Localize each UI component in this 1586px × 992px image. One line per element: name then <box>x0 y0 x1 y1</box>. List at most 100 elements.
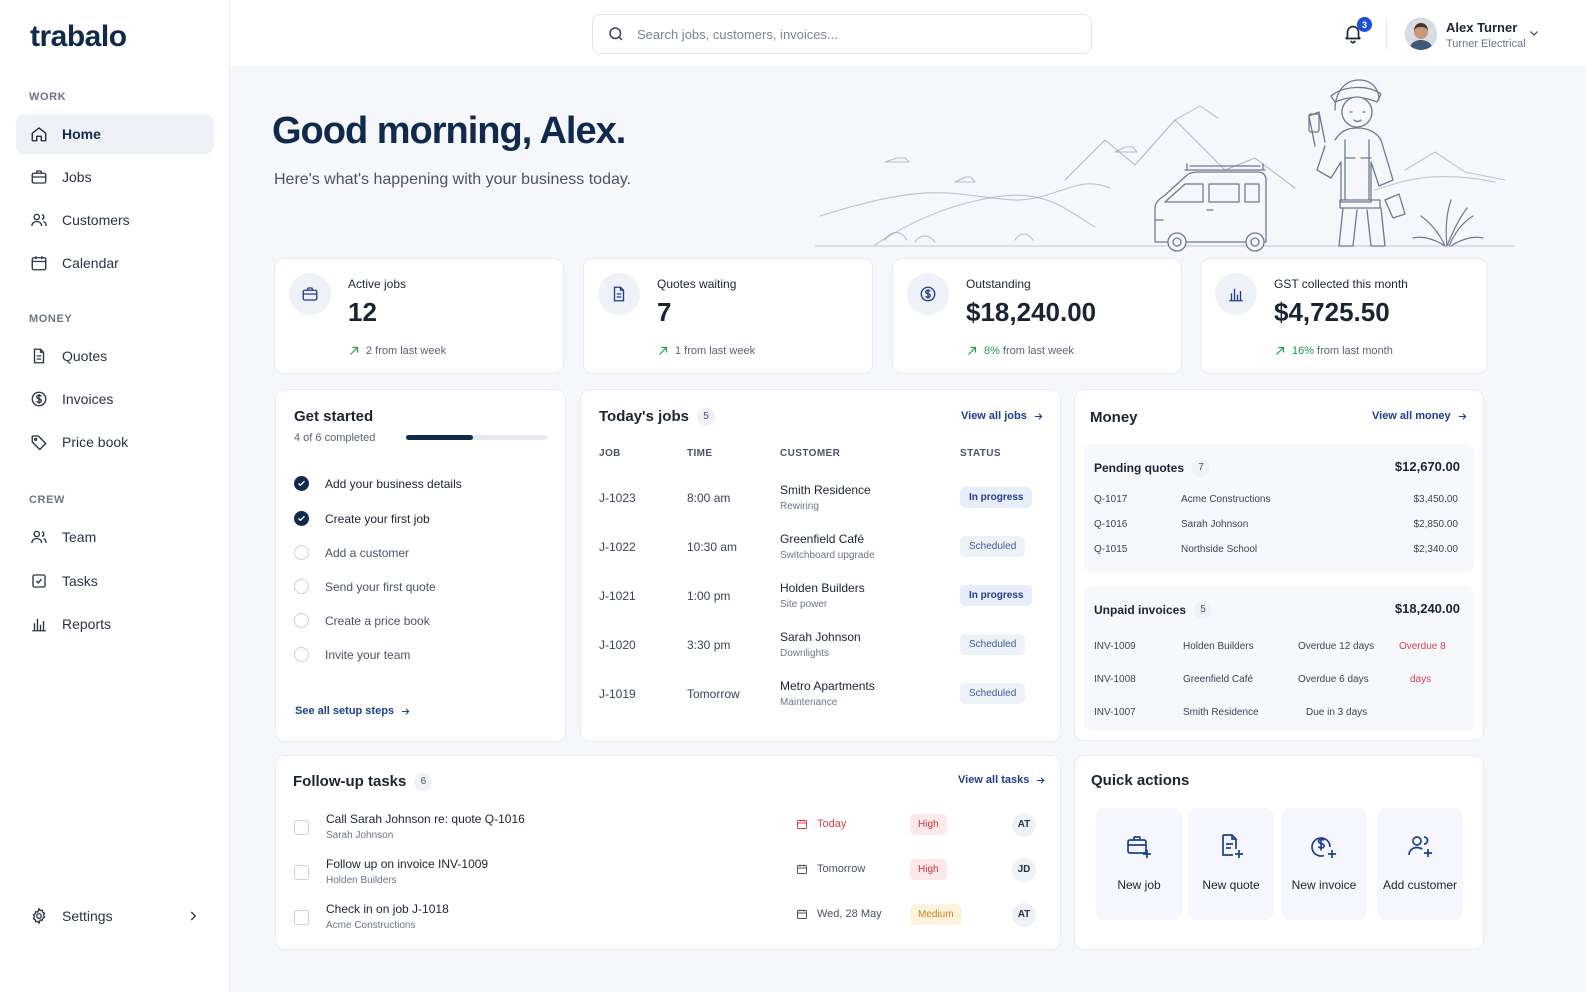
add-customer-button[interactable]: Add customer <box>1377 808 1463 920</box>
sidebar-item-quotes[interactable]: Quotes <box>16 336 214 376</box>
tile-label: New invoice <box>1291 878 1357 892</box>
sidebar-item-team[interactable]: Team <box>16 517 214 557</box>
user-name[interactable]: Alex Turner <box>1446 20 1517 35</box>
stat-card-gst[interactable]: GST collected this month $4,725.50 16% f… <box>1200 258 1488 374</box>
view-all-jobs-link[interactable]: View all jobs <box>961 410 1044 422</box>
empty-circle-icon[interactable] <box>294 579 309 594</box>
task-row[interactable]: Call Sarah Johnson re: quote Q-1016 Sarah… <box>276 812 1062 852</box>
list-item[interactable]: Q-1015 Northside School $2,340.00 <box>1094 544 1464 558</box>
invoice-customer: Greenfield Café <box>1183 674 1254 685</box>
sidebar-item-home[interactable]: Home <box>16 114 214 154</box>
task-subtitle: Acme Constructions <box>326 920 416 931</box>
stat-card-outstanding[interactable]: Outstanding $18,240.00 8% from last week <box>892 258 1182 374</box>
setup-step[interactable]: Create a price book <box>294 613 430 628</box>
table-row[interactable]: J-1021 1:00 pm Holden Builders Site power In… <box>581 581 1061 632</box>
sidebar-item-tasks[interactable]: Tasks <box>16 561 214 601</box>
priority-badge: Medium <box>910 904 962 925</box>
chevron-right-icon <box>190 911 197 921</box>
sidebar-item-customers[interactable]: Customers <box>16 200 214 240</box>
job-customer: Sarah Johnson <box>780 630 861 644</box>
task-row[interactable]: Follow up on invoice INV-1009 Holden Buil… <box>276 857 1062 897</box>
table-row[interactable]: J-1019 Tomorrow Metro Apartments Maintenanc… <box>581 679 1061 730</box>
new-invoice-button[interactable]: New invoice <box>1281 808 1367 920</box>
task-date-text: Tomorrow <box>817 863 866 875</box>
sidebar-item-reports[interactable]: Reports <box>16 604 214 644</box>
unpaid-invoices-panel[interactable]: Unpaid invoices 5 $18,240.00 INV-1009 Hold… <box>1084 586 1474 731</box>
card-title: Follow-up tasks 6 <box>293 773 433 791</box>
pending-quotes-panel[interactable]: Pending quotes 7 $12,670.00 Q-1017 Acme Co… <box>1084 444 1474 572</box>
status-badge: Scheduled <box>960 683 1026 704</box>
get-started-card: Get started 4 of 6 completed Add your bu… <box>275 389 566 742</box>
status-badge: Scheduled <box>960 536 1026 557</box>
document-icon <box>33 348 45 364</box>
task-checkbox[interactable] <box>294 820 309 835</box>
setup-step-label: Create a price book <box>325 613 430 628</box>
list-item[interactable]: INV-1008 Greenfield Café Overdue 6 days day… <box>1094 674 1464 688</box>
new-quote-button[interactable]: New quote <box>1188 808 1274 920</box>
view-all-money-link[interactable]: View all money <box>1372 410 1468 422</box>
empty-circle-icon[interactable] <box>294 647 309 662</box>
list-item[interactable]: INV-1007 Smith Residence Due in 3 days <box>1094 707 1464 721</box>
table-row[interactable]: J-1023 8:00 am Smith Residence Rewiring In p… <box>581 483 1061 534</box>
avatar[interactable] <box>1405 18 1437 50</box>
sidebar-item-label: Reports <box>62 616 112 632</box>
search-input[interactable] <box>637 26 1057 42</box>
invoice-due: Overdue 6 days <box>1298 674 1369 685</box>
check-circle-icon[interactable] <box>294 511 309 526</box>
sidebar-item-price-book[interactable]: Price book <box>16 422 214 462</box>
stat-change-text: from last week <box>1002 345 1074 357</box>
checkbox-icon <box>32 574 46 588</box>
list-item[interactable]: Q-1017 Acme Constructions $3,450.00 <box>1094 494 1464 508</box>
sidebar-item-invoices[interactable]: Invoices <box>16 379 214 419</box>
list-item[interactable]: INV-1009 Holden Builders Overdue 12 days Ov… <box>1094 641 1464 655</box>
tile-label: New job <box>1117 878 1161 892</box>
panel-title: Unpaid invoices 5 <box>1094 601 1213 619</box>
see-setup-steps-link[interactable]: See all setup steps <box>295 705 411 717</box>
assignee-avatar[interactable]: AT <box>1012 903 1036 927</box>
user-plus-icon <box>1408 836 1432 857</box>
task-row[interactable]: Check in on job J-1018 Acme Constructions… <box>276 902 1062 942</box>
empty-circle-icon[interactable] <box>294 545 309 560</box>
sidebar-item-jobs[interactable]: Jobs <box>16 157 214 197</box>
nav-section-money: MONEY <box>29 313 73 325</box>
calendar-icon <box>797 909 807 919</box>
progress-bar <box>406 435 548 440</box>
table-row[interactable]: J-1020 3:30 pm Sarah Johnson Downlights Sche… <box>581 630 1061 681</box>
empty-circle-icon[interactable] <box>294 613 309 628</box>
setup-step[interactable]: Send your first quote <box>294 579 436 594</box>
stat-change: 8% from last week <box>966 345 1074 357</box>
quote-id: Q-1016 <box>1094 519 1128 530</box>
task-date-text: Wed, 28 May <box>817 908 882 920</box>
check-circle-icon[interactable] <box>294 476 309 491</box>
search-box[interactable] <box>592 14 1092 54</box>
task-checkbox[interactable] <box>294 910 309 925</box>
sidebar-item-calendar[interactable]: Calendar <box>16 243 214 283</box>
topbar: 3 Alex Turner Turner Electrical <box>230 0 1586 68</box>
stat-card-quotes-waiting[interactable]: Quotes waiting 7 1 from last week <box>583 258 873 374</box>
sidebar: trabalo WORK Home Jobs Customers Calenda… <box>0 0 230 992</box>
list-item[interactable]: Q-1016 Sarah Johnson $2,850.00 <box>1094 519 1464 533</box>
chevron-down-icon[interactable] <box>1528 27 1540 39</box>
stat-icon-wrap <box>289 273 331 315</box>
stat-card-active-jobs[interactable]: Active jobs 12 2 from last week <box>274 258 564 374</box>
quote-id: Q-1015 <box>1094 544 1128 555</box>
setup-step[interactable]: Invite your team <box>294 647 410 662</box>
quote-amount: $2,340.00 <box>1413 544 1459 555</box>
job-id: J-1023 <box>599 491 636 505</box>
trend-up-icon <box>1276 346 1285 355</box>
sidebar-item-label: Team <box>62 529 97 545</box>
notifications-button[interactable]: 3 <box>1342 17 1372 46</box>
setup-step[interactable]: Add a customer <box>294 545 409 560</box>
new-job-button[interactable]: New job <box>1096 808 1182 920</box>
setup-step[interactable]: Add your business details <box>294 476 462 491</box>
setup-step[interactable]: Create your first job <box>294 511 430 526</box>
assignee-avatar[interactable]: AT <box>1012 813 1036 837</box>
assignee-avatar[interactable]: JD <box>1012 858 1036 882</box>
app-logo[interactable]: trabalo <box>30 20 127 54</box>
sidebar-item-settings[interactable]: Settings <box>16 896 214 936</box>
table-row[interactable]: J-1022 10:30 am Greenfield Café Switchboard… <box>581 532 1061 583</box>
task-checkbox[interactable] <box>294 865 309 880</box>
card-title: Today's jobs 5 <box>599 408 715 426</box>
stat-change-pct: 16% <box>1292 345 1315 357</box>
view-all-tasks-link[interactable]: View all tasks <box>958 774 1046 786</box>
